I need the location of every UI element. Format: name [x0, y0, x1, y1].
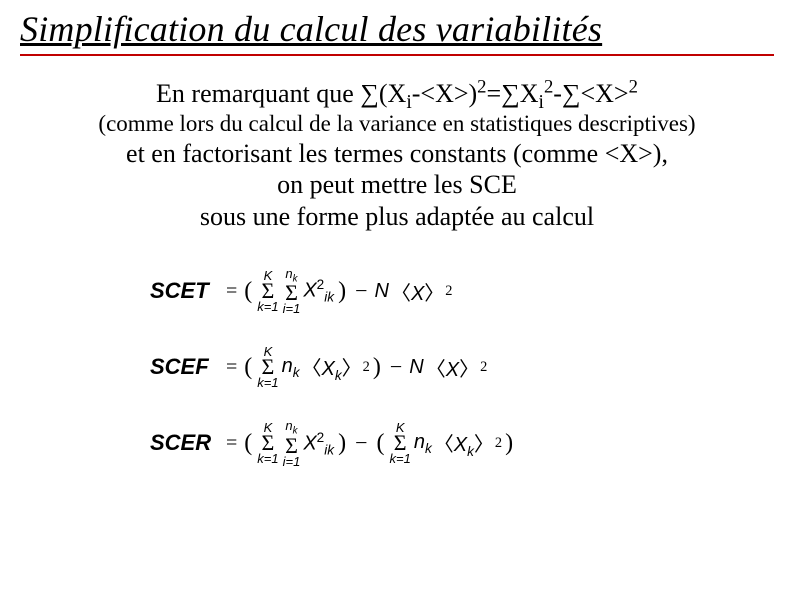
equation-scet: SCET = ( K Σ k=1 nk Σ i=1 X2ik ) − N 〈X〉…: [150, 267, 774, 315]
x-ik-squared: X2ik: [302, 277, 335, 305]
close-paren: ): [502, 430, 516, 457]
close-paren: ): [335, 430, 349, 457]
nk-term: nk: [413, 431, 433, 456]
xk-sub: k: [335, 368, 342, 383]
outer-sq: 2: [495, 435, 502, 452]
open-paren: (: [241, 278, 255, 305]
minus-sign: −: [349, 278, 373, 304]
n-var: n: [282, 355, 293, 377]
equation-scer: SCER = ( K Σ k=1 nk Σ i=1 X2ik ) − ( K Σ: [150, 419, 774, 467]
body-line-5: sous une forme plus adaptée au calcul: [20, 201, 774, 233]
outer-sq: 2: [445, 283, 452, 300]
x-var: X: [303, 280, 316, 302]
inline-mid1: -<X>): [412, 79, 477, 108]
mean-xk: 〈Xk〉: [433, 428, 495, 459]
body-line-4: on peut mettre les SCE: [20, 169, 774, 201]
mean-x-var: X: [411, 283, 424, 305]
sum-k-icon: K Σ k=1: [257, 421, 278, 465]
slide: Simplification du calcul des variabilité…: [0, 0, 794, 595]
outer-sq: 2: [480, 359, 487, 376]
n-sub: k: [293, 365, 300, 380]
minus-sign: −: [349, 430, 373, 456]
n-sub: k: [425, 441, 432, 456]
sum-k-icon: K Σ k=1: [257, 345, 278, 389]
line1-prefix: En remarquant que: [156, 79, 360, 108]
x-var: X: [446, 359, 459, 381]
x-sub: ik: [324, 442, 334, 457]
equals-sign: =: [222, 432, 241, 455]
angle-open: 〈: [302, 358, 322, 380]
open-paren: (: [373, 430, 387, 457]
sum-top-n: n: [285, 418, 292, 433]
sum-i-icon: nk Σ i=1: [283, 419, 301, 467]
sum-i-icon: nk Σ i=1: [283, 267, 301, 315]
inline-formula-part: ∑(X: [360, 79, 406, 108]
outer-sq: 2: [363, 359, 370, 376]
inline-mid2: =∑X: [487, 79, 539, 108]
x-ik-squared: X2ik: [302, 430, 335, 458]
x-var: X: [303, 432, 316, 454]
minus-sign: −: [384, 354, 408, 380]
xk-var: X: [322, 358, 335, 380]
angle-open: 〈: [434, 434, 454, 456]
mean-xk: 〈Xk〉: [301, 352, 363, 383]
sum-k-icon: K Σ k=1: [257, 269, 278, 313]
scet-lhs: SCET: [150, 278, 222, 304]
equals-sign: =: [222, 280, 241, 303]
inline-sup2: 2: [544, 76, 553, 97]
sum-k-icon: K Σ k=1: [389, 421, 410, 465]
equation-scef: SCEF = ( K Σ k=1 nk 〈Xk〉 2 ) − N 〈X〉 2: [150, 345, 774, 389]
angle-close: 〉: [474, 434, 494, 456]
n-term: N: [373, 280, 389, 303]
sum-top-n: n: [285, 266, 292, 281]
sum-bot: k=1: [389, 452, 410, 465]
sum-bot: i=1: [283, 302, 301, 315]
sum-bot: k=1: [257, 376, 278, 389]
body-line-2: (comme lors du calcul de la variance en …: [20, 110, 774, 138]
x-sub: ik: [324, 290, 334, 305]
mean-x: 〈X〉: [425, 353, 480, 382]
angle-open: 〈: [426, 359, 446, 381]
equals-sign: =: [222, 356, 241, 379]
nk-term: nk: [281, 355, 301, 380]
sum-bot: k=1: [257, 452, 278, 465]
angle-open: 〈: [391, 283, 411, 305]
scer-lhs: SCER: [150, 430, 222, 456]
xk-sub: k: [467, 444, 474, 459]
body-line-3: et en factorisant les termes constants (…: [20, 138, 774, 170]
angle-close: 〉: [424, 283, 444, 305]
n-var: n: [414, 431, 425, 453]
close-paren: ): [335, 278, 349, 305]
slide-title: Simplification du calcul des variabilité…: [20, 8, 774, 56]
body-text: En remarquant que ∑(Xi-<X>)2=∑Xi2-∑<X>2 …: [20, 78, 774, 233]
body-line-1: En remarquant que ∑(Xi-<X>)2=∑Xi2-∑<X>2: [20, 78, 774, 110]
open-paren: (: [241, 430, 255, 457]
close-paren: ): [370, 354, 384, 381]
sum-bot: k=1: [257, 300, 278, 313]
equations-block: SCET = ( K Σ k=1 nk Σ i=1 X2ik ) − N 〈X〉…: [20, 267, 774, 468]
inline-sup1: 2: [477, 76, 486, 97]
n-term: N: [408, 356, 424, 379]
angle-close: 〉: [342, 358, 362, 380]
sum-bot: i=1: [283, 455, 301, 468]
scef-lhs: SCEF: [150, 354, 222, 380]
mean-x: 〈X〉: [390, 277, 445, 306]
inline-mid3: -∑<X>: [553, 79, 628, 108]
angle-close: 〉: [459, 359, 479, 381]
open-paren: (: [241, 354, 255, 381]
inline-sup3: 2: [629, 76, 638, 97]
xk-var: X: [454, 434, 467, 456]
